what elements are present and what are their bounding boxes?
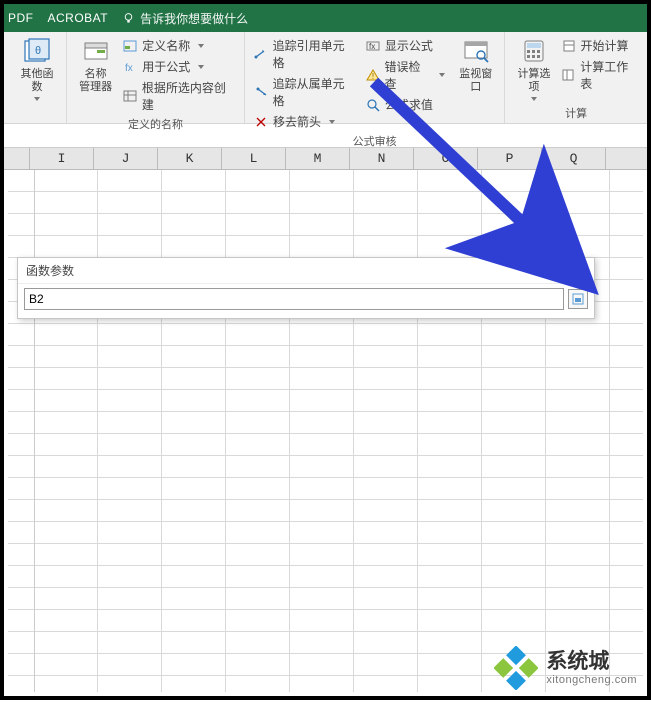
col-header[interactable]: Q: [542, 148, 606, 169]
trace-precedents-label: 追踪引用单元格: [273, 37, 355, 71]
ribbon: θ 其他函数 名称 管理器 定义名称: [4, 32, 647, 124]
tab-pdf[interactable]: PDF: [8, 11, 34, 25]
create-from-selection-label: 根据所选内容创建: [142, 79, 236, 113]
show-formulas-button[interactable]: fx 显示公式: [365, 36, 445, 55]
use-in-formula-label: 用于公式: [142, 58, 190, 75]
title-bar: PDF ACROBAT 告诉我你想要做什么: [4, 4, 647, 32]
watch-window-button[interactable]: 监视窗口: [455, 36, 496, 94]
define-name-button[interactable]: 定义名称: [122, 36, 236, 55]
use-in-formula-icon: fx: [122, 59, 138, 75]
trace-dependents-icon: [253, 84, 269, 100]
chevron-down-icon: [198, 65, 204, 69]
chevron-down-icon: [439, 73, 445, 77]
bulb-icon: [122, 12, 135, 25]
dialog-title-text: 函数参数: [26, 262, 74, 279]
col-header[interactable]: I: [30, 148, 94, 169]
group-calculation: 计算选项 开始计算 计算工作表 计算: [505, 32, 647, 123]
chevron-down-icon: [531, 97, 537, 101]
watermark: 系统城 xitongcheng.com: [494, 646, 637, 690]
watermark-logo-icon: [494, 646, 538, 690]
calc-sheet-icon: [561, 67, 577, 83]
other-functions-label: 其他函数: [16, 68, 58, 94]
svg-text:θ: θ: [35, 45, 41, 57]
show-formulas-icon: fx: [365, 38, 381, 54]
error-checking-label: 错误检查: [384, 58, 431, 92]
watch-window-icon: [461, 36, 491, 66]
trace-dependents-button[interactable]: 追踪从属单元格: [253, 74, 355, 110]
evaluate-formula-icon: [365, 97, 381, 113]
function-argument-input[interactable]: [24, 288, 564, 310]
dialog-titlebar[interactable]: 函数参数: [18, 258, 594, 284]
calc-now-button[interactable]: 开始计算: [561, 36, 639, 55]
watermark-brand: 系统城: [546, 650, 637, 673]
svg-text:fx: fx: [369, 42, 375, 51]
trace-dependents-label: 追踪从属单元格: [273, 75, 355, 109]
group-defined-names-title: 定义的名称: [75, 114, 236, 134]
col-header[interactable]: L: [222, 148, 286, 169]
svg-text:!: !: [372, 72, 374, 81]
trace-precedents-icon: [253, 46, 269, 62]
group-formula-audit: 追踪引用单元格 追踪从属单元格 移去箭头 fx 显示公式 !: [245, 32, 505, 123]
tell-me-search[interactable]: 告诉我你想要做什么: [122, 10, 248, 27]
chevron-down-icon: [198, 44, 204, 48]
evaluate-formula-button[interactable]: 公式求值: [365, 95, 445, 114]
calc-options-button[interactable]: 计算选项: [513, 36, 554, 101]
name-manager-label: 名称 管理器: [79, 68, 112, 94]
error-checking-button[interactable]: ! 错误检查: [365, 57, 445, 93]
remove-arrows-label: 移去箭头: [273, 113, 321, 130]
watermark-url: xitongcheng.com: [546, 674, 637, 686]
close-icon: [569, 265, 581, 277]
name-manager-button[interactable]: 名称 管理器: [75, 36, 116, 94]
group-calculation-title: 计算: [513, 103, 639, 123]
dialog-close-button[interactable]: [562, 261, 588, 281]
col-header[interactable]: P: [478, 148, 542, 169]
other-functions-icon: θ: [22, 36, 52, 66]
define-name-icon: [122, 38, 138, 54]
name-manager-icon: [81, 36, 111, 66]
calc-now-icon: [561, 38, 577, 54]
create-from-selection-button[interactable]: 根据所选内容创建: [122, 78, 236, 114]
chevron-down-icon: [329, 120, 335, 124]
remove-arrows-button[interactable]: 移去箭头: [253, 112, 355, 131]
function-arguments-dialog: 函数参数: [17, 257, 595, 319]
other-functions-button[interactable]: θ 其他函数: [16, 36, 58, 101]
calc-sheet-button[interactable]: 计算工作表: [561, 57, 639, 93]
trace-precedents-button[interactable]: 追踪引用单元格: [253, 36, 355, 72]
error-checking-icon: !: [365, 67, 381, 83]
watch-window-label: 监视窗口: [455, 68, 496, 94]
expand-icon: [572, 293, 584, 305]
calc-options-icon: [519, 36, 549, 66]
svg-text:fx: fx: [125, 63, 133, 74]
define-name-label: 定义名称: [142, 37, 190, 54]
col-header[interactable]: N: [350, 148, 414, 169]
col-header[interactable]: M: [286, 148, 350, 169]
calc-options-label: 计算选项: [513, 68, 554, 94]
tell-me-label: 告诉我你想要做什么: [140, 10, 248, 27]
spreadsheet-grid[interactable]: [8, 170, 643, 692]
show-formulas-label: 显示公式: [385, 37, 433, 54]
col-header[interactable]: O: [414, 148, 478, 169]
group-title-spacer: [16, 107, 58, 123]
select-all-corner[interactable]: [4, 148, 30, 169]
expand-reference-button[interactable]: [568, 289, 588, 309]
group-defined-names: 名称 管理器 定义名称 fx 用于公式 根据所选内容创建 定义的: [67, 32, 245, 123]
group-function-library: θ 其他函数: [4, 32, 67, 123]
column-headers: I J K L M N O P Q: [4, 148, 647, 170]
col-header[interactable]: K: [158, 148, 222, 169]
remove-arrows-icon: [253, 114, 269, 130]
tab-acrobat[interactable]: ACROBAT: [48, 11, 109, 25]
calc-sheet-label: 计算工作表: [580, 58, 639, 92]
create-from-selection-icon: [122, 88, 138, 104]
chevron-down-icon: [34, 97, 40, 101]
evaluate-formula-label: 公式求值: [385, 96, 433, 113]
use-in-formula-button[interactable]: fx 用于公式: [122, 57, 236, 76]
calc-now-label: 开始计算: [581, 37, 629, 54]
col-header[interactable]: J: [94, 148, 158, 169]
